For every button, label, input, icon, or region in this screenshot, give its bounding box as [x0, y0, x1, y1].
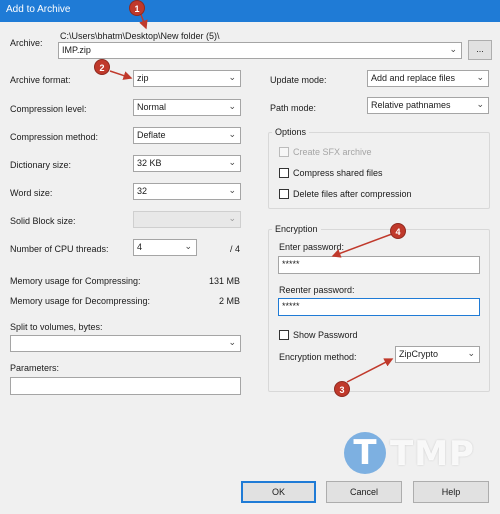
compression-level-label: Compression level:: [10, 104, 87, 114]
dictionary-size-select[interactable]: 32 KB ⌄: [133, 155, 241, 172]
chevron-down-icon: ⌄: [228, 129, 236, 139]
cpu-threads-label: Number of CPU threads:: [10, 244, 109, 254]
chevron-down-icon: ⌄: [228, 213, 236, 223]
window-title: Add to Archive: [0, 0, 500, 22]
dictionary-size-label: Dictionary size:: [10, 160, 72, 170]
encryption-method-label: Encryption method:: [279, 352, 357, 362]
browse-button[interactable]: ...: [468, 40, 492, 60]
options-group-title: Options: [272, 127, 310, 137]
path-mode-label: Path mode:: [270, 103, 317, 113]
help-button[interactable]: Help: [413, 481, 489, 503]
show-password-label[interactable]: Show Password: [293, 330, 358, 340]
chevron-down-icon: ⌄: [228, 185, 236, 195]
archive-filename-combo[interactable]: IMP.zip ⌄: [58, 42, 462, 59]
chevron-down-icon: ⌄: [228, 101, 236, 111]
memory-compress-label: Memory usage for Compressing:: [10, 276, 141, 286]
ok-button[interactable]: OK: [241, 481, 316, 503]
compression-method-label: Compression method:: [10, 132, 99, 142]
archive-format-value: zip: [137, 73, 149, 83]
reenter-password-label: Reenter password:: [279, 285, 355, 295]
cpu-threads-max: / 4: [230, 244, 241, 254]
word-size-value: 32: [137, 186, 148, 196]
annotation-marker-4: 4: [390, 223, 406, 239]
update-mode-value: Add and replace files: [371, 73, 456, 83]
solid-block-size-select: ⌄: [133, 211, 241, 228]
annotation-marker-1: 1: [129, 0, 145, 16]
reenter-password-input[interactable]: *****: [278, 298, 480, 316]
enter-password-label: Enter password:: [279, 242, 345, 252]
chevron-down-icon: ⌄: [449, 44, 457, 54]
cancel-button[interactable]: Cancel: [326, 481, 402, 503]
watermark-logo-icon: T: [344, 432, 386, 474]
parameters-label: Parameters:: [10, 363, 60, 373]
compression-level-value: Normal: [137, 102, 167, 112]
memory-decompress-label: Memory usage for Decompressing:: [10, 296, 151, 306]
compress-shared-checkbox[interactable]: [279, 168, 289, 178]
parameters-input[interactable]: [10, 377, 241, 395]
split-volumes-label: Split to volumes, bytes:: [10, 322, 103, 332]
cpu-threads-value: 4: [137, 242, 143, 252]
chevron-down-icon: ⌄: [228, 337, 236, 347]
chevron-down-icon: ⌄: [184, 241, 192, 251]
compression-level-select[interactable]: Normal ⌄: [133, 99, 241, 116]
solid-block-size-label: Solid Block size:: [10, 216, 76, 226]
annotation-marker-3: 3: [334, 381, 350, 397]
archive-format-select[interactable]: zip ⌄: [133, 70, 241, 87]
update-mode-label: Update mode:: [270, 75, 327, 85]
split-volumes-combo[interactable]: ⌄: [10, 335, 241, 352]
encryption-method-value: ZipCrypto: [399, 349, 439, 359]
archive-format-label: Archive format:: [10, 75, 71, 85]
update-mode-select[interactable]: Add and replace files ⌄: [367, 70, 489, 87]
chevron-down-icon: ⌄: [476, 99, 484, 109]
enter-password-input[interactable]: *****: [278, 256, 480, 274]
memory-decompress-value: 2 MB: [218, 296, 240, 306]
chevron-down-icon: ⌄: [228, 72, 236, 82]
compression-method-select[interactable]: Deflate ⌄: [133, 127, 241, 144]
compression-method-value: Deflate: [137, 130, 166, 140]
path-mode-value: Relative pathnames: [371, 100, 451, 110]
delete-after-checkbox[interactable]: [279, 189, 289, 199]
annotation-marker-2: 2: [94, 59, 110, 75]
archive-label: Archive:: [10, 38, 43, 48]
cpu-threads-select[interactable]: 4 ⌄: [133, 239, 197, 256]
show-password-checkbox[interactable]: [279, 330, 289, 340]
archive-path: C:\Users\bhatm\Desktop\New folder (5)\: [60, 31, 220, 41]
word-size-select[interactable]: 32 ⌄: [133, 183, 241, 200]
dictionary-size-value: 32 KB: [137, 158, 162, 168]
path-mode-select[interactable]: Relative pathnames ⌄: [367, 97, 489, 114]
annotation-arrow-2: [109, 70, 133, 80]
word-size-label: Word size:: [10, 188, 53, 198]
chevron-down-icon: ⌄: [467, 348, 475, 358]
encryption-group-title: Encryption: [272, 224, 321, 234]
archive-filename: IMP.zip: [62, 45, 91, 55]
compress-shared-label[interactable]: Compress shared files: [293, 168, 383, 178]
delete-after-label[interactable]: Delete files after compression: [293, 189, 412, 199]
chevron-down-icon: ⌄: [228, 157, 236, 167]
create-sfx-checkbox: [279, 147, 289, 157]
chevron-down-icon: ⌄: [476, 72, 484, 82]
encryption-method-select[interactable]: ZipCrypto ⌄: [395, 346, 480, 363]
watermark-text: TMP: [390, 434, 475, 474]
create-sfx-label: Create SFX archive: [293, 147, 372, 157]
memory-compress-value: 131 MB: [208, 276, 240, 286]
